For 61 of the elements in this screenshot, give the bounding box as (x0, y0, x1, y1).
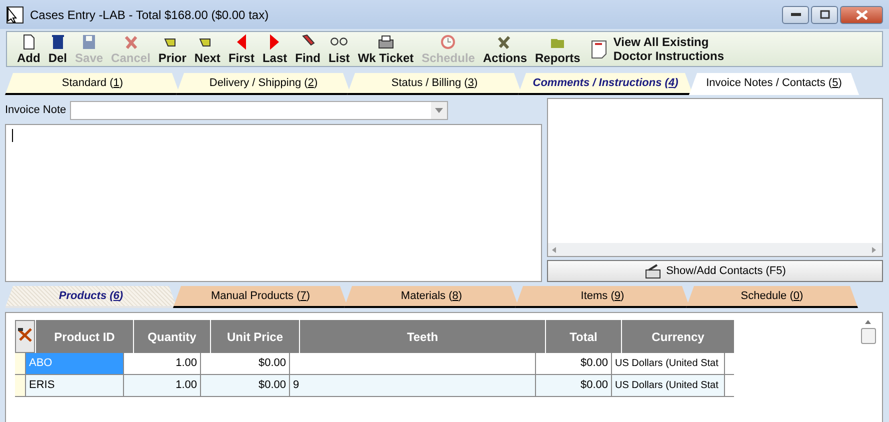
column-header[interactable]: Total (545, 320, 621, 353)
toolbar-button[interactable]: Add (13, 33, 44, 65)
toolbar-button[interactable]: Next (190, 33, 224, 65)
close-icon (856, 10, 868, 20)
toolbar-button[interactable]: Actions (478, 33, 531, 65)
tab[interactable]: Comments / Instructions (4) (518, 73, 693, 95)
window-title: Cases Entry -LAB - Total $168.00 ($0.00 tax) (30, 8, 269, 22)
printer-icon (376, 34, 395, 50)
row-header[interactable] (15, 375, 26, 396)
invoice-note-label: Invoice Note (5, 104, 66, 116)
table-cell: ABO (26, 353, 124, 374)
maximize-icon (820, 10, 830, 19)
note-icon (590, 39, 608, 59)
instructions-link[interactable]: View All Existing Doctor Instructions (613, 35, 724, 63)
table-cell: $0.00 (201, 375, 290, 396)
minimize-icon (790, 13, 800, 16)
toolbar-button[interactable]: Wk Ticket (354, 33, 418, 65)
close-button[interactable] (840, 6, 883, 24)
toolbar-button[interactable]: First (224, 33, 258, 65)
column-header[interactable]: Product ID (35, 320, 133, 353)
invoice-note-dropdown[interactable] (70, 100, 448, 120)
scroll-right-icon[interactable] (872, 246, 876, 252)
tab[interactable]: Products (6) (5, 286, 177, 308)
tab[interactable]: Invoice Notes / Contacts (5) (689, 73, 859, 95)
toolbar-button[interactable]: Reports (531, 33, 584, 65)
scroll-thumb[interactable] (860, 328, 876, 344)
tab[interactable]: Status / Billing (3) (347, 73, 522, 95)
toolbar-button[interactable]: Last (258, 33, 292, 65)
column-header[interactable]: Quantity (133, 320, 210, 353)
column-header[interactable]: Unit Price (210, 320, 299, 353)
table-cell: ERIS (26, 375, 124, 396)
toolbar-button[interactable]: Find (291, 33, 324, 65)
minimize-button[interactable] (782, 6, 809, 24)
clock-icon (439, 34, 458, 50)
horizontal-scrollbar[interactable] (548, 243, 882, 256)
table-cell: US Dollars (United Stat (612, 375, 725, 396)
table-cell: 9 (290, 375, 536, 396)
column-header[interactable]: Currency (621, 320, 734, 353)
left-arrow-icon (236, 34, 246, 50)
show-contacts-button[interactable]: Show/Add Contacts (F5) (547, 260, 883, 282)
table-cell: 1.00 (124, 375, 201, 396)
toolbar-button[interactable]: Prior (154, 33, 190, 65)
glasses-icon (330, 37, 348, 46)
maximize-button[interactable] (811, 6, 838, 24)
table-cell: $0.00 (536, 375, 612, 396)
column-header[interactable]: Teeth (299, 320, 545, 353)
grid-settings-button[interactable] (15, 320, 35, 353)
toolbar-button[interactable]: Del (44, 33, 72, 65)
scroll-up-icon[interactable] (865, 320, 871, 324)
window-icon (6, 6, 24, 24)
tab[interactable]: Materials (8) (344, 286, 519, 308)
dropdown-arrow-icon (435, 108, 444, 112)
right-arrow-icon (270, 34, 280, 50)
tab[interactable]: Items (9) (515, 286, 690, 308)
row-header[interactable] (15, 353, 26, 374)
toolbar-button[interactable]: List (324, 33, 354, 65)
tab[interactable]: Schedule (0) (686, 286, 858, 308)
tab[interactable]: Manual Products (7) (173, 286, 348, 308)
tab[interactable]: Delivery / Shipping (2) (176, 73, 351, 95)
scroll-left-icon[interactable] (552, 246, 556, 252)
tab[interactable]: Standard (1) (5, 73, 180, 95)
